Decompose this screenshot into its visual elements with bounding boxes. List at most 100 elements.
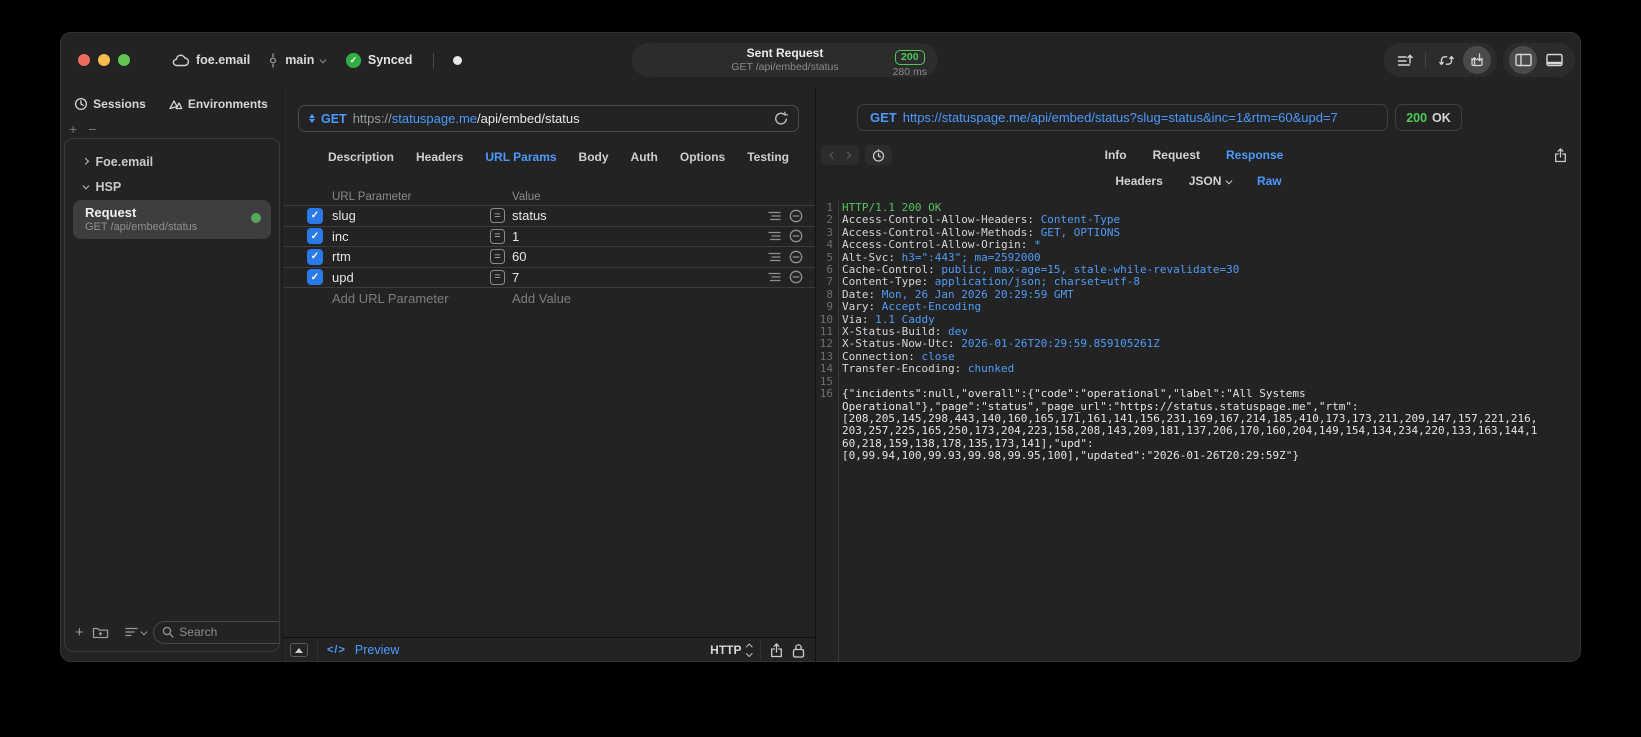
request-footer-bar: </> Preview HTTP <box>283 637 815 662</box>
lock-icon[interactable] <box>792 643 805 658</box>
new-folder-button[interactable] <box>92 625 109 639</box>
equals-mode-icon[interactable]: = <box>490 269 505 285</box>
param-value[interactable]: 1 <box>512 229 768 244</box>
tab-environments[interactable]: Environments <box>168 97 268 111</box>
param-row: inc = 1 <box>283 225 815 247</box>
check-circle-icon: ✓ <box>345 52 361 68</box>
panel-bottom-icon <box>1545 53 1563 67</box>
box-arrows-icon <box>1469 52 1485 68</box>
row-options-icon[interactable] <box>768 210 781 222</box>
minimize-window-button[interactable] <box>98 54 110 66</box>
param-checkbox[interactable] <box>307 269 323 286</box>
view-headers[interactable]: Headers <box>1115 174 1162 188</box>
export-response-button[interactable] <box>1554 147 1567 163</box>
search-icon <box>162 626 174 638</box>
expand-panel-button[interactable] <box>290 643 308 657</box>
param-name[interactable]: rtm <box>332 249 490 264</box>
tab-body[interactable]: Body <box>579 150 609 164</box>
param-checkbox[interactable] <box>307 248 323 265</box>
app-window: foe.email main ✓ Synced Sent Request GET… <box>60 32 1581 662</box>
add-value-placeholder[interactable]: Add Value <box>512 291 571 306</box>
sidebar-item-request[interactable]: Request GET /api/embed/status <box>73 200 271 239</box>
sort-list-button[interactable] <box>125 626 147 638</box>
line-number: 7 <box>826 275 833 289</box>
search-input[interactable] <box>179 625 279 639</box>
sidebar-search[interactable] <box>153 620 279 644</box>
tree-group-foe-email[interactable]: Foe.email <box>69 149 275 174</box>
url-input[interactable]: https://statuspage.me/api/embed/status <box>353 111 768 126</box>
url-scheme: https:// <box>352 111 392 126</box>
record-dot-icon[interactable] <box>453 55 463 65</box>
request-url-bar[interactable]: GET https://statuspage.me/api/embed/stat… <box>298 105 799 132</box>
tab-response[interactable]: Response <box>1226 148 1283 162</box>
tab-request[interactable]: Request <box>1153 148 1200 162</box>
remove-session-button[interactable]: − <box>88 121 96 137</box>
response-code[interactable]: 1 HTTP/1.1 200 OK 2 Access-Control-Allow-He… <box>816 200 1581 662</box>
row-options-icon[interactable] <box>768 251 781 263</box>
protocol-selector[interactable]: HTTP <box>710 643 752 657</box>
tab-auth[interactable]: Auth <box>631 150 658 164</box>
history-clock-icon <box>74 97 88 111</box>
send-receive-button[interactable] <box>1463 46 1491 74</box>
equals-mode-icon[interactable]: = <box>490 249 505 265</box>
remove-row-icon[interactable] <box>789 209 803 223</box>
tab-url-params[interactable]: URL Params <box>485 150 556 164</box>
preview-button[interactable]: Preview <box>355 643 399 657</box>
remove-row-icon[interactable] <box>789 229 803 243</box>
param-value[interactable]: status <box>512 208 768 223</box>
sync-branches-button[interactable] <box>1431 46 1461 74</box>
tab-options[interactable]: Options <box>680 150 725 164</box>
response-request-line[interactable]: GET https://statuspage.me/api/embed/stat… <box>857 104 1388 131</box>
tree-group-hsp[interactable]: HSP <box>69 174 275 199</box>
param-checkbox[interactable] <box>307 207 323 224</box>
footer-separator <box>317 637 318 662</box>
equals-mode-icon[interactable]: = <box>490 208 505 224</box>
response-pane: GET https://statuspage.me/api/embed/stat… <box>816 88 1581 662</box>
remove-row-icon[interactable] <box>789 270 803 284</box>
equals-mode-icon[interactable]: = <box>490 228 505 244</box>
request-list-button[interactable] <box>1390 46 1420 74</box>
remove-row-icon[interactable] <box>789 250 803 264</box>
tab-description[interactable]: Description <box>328 150 394 164</box>
traffic-lights <box>78 54 130 66</box>
param-row: slug = status <box>283 205 815 226</box>
column-header-value: Value <box>512 190 541 203</box>
chevron-down-icon <box>320 56 327 63</box>
protocol-label: HTTP <box>710 643 742 657</box>
param-name[interactable]: slug <box>332 208 490 223</box>
add-request-button[interactable]: + <box>75 624 84 641</box>
resend-button[interactable] <box>774 111 788 126</box>
add-session-button[interactable]: + <box>69 121 77 137</box>
param-checkbox[interactable] <box>307 228 323 245</box>
code-line: 14 Transfer-Encoding: chunked <box>816 362 1581 375</box>
share-icon[interactable] <box>770 642 783 658</box>
project-name[interactable]: foe.email <box>196 53 250 67</box>
param-name[interactable]: upd <box>332 270 490 285</box>
close-window-button[interactable] <box>78 54 90 66</box>
param-name[interactable]: inc <box>332 229 490 244</box>
tab-sessions-label: Sessions <box>93 97 146 111</box>
param-value[interactable]: 60 <box>512 249 768 264</box>
add-param-placeholder[interactable]: Add URL Parameter <box>332 291 512 306</box>
tab-testing[interactable]: Testing <box>747 150 789 164</box>
tab-sessions[interactable]: Sessions <box>74 97 146 111</box>
row-options-icon[interactable] <box>768 271 781 283</box>
tab-headers[interactable]: Headers <box>416 150 463 164</box>
response-method: GET <box>870 110 897 125</box>
view-json-dropdown[interactable]: JSON <box>1189 174 1233 188</box>
row-options-icon[interactable] <box>768 230 781 242</box>
method-label[interactable]: GET <box>321 112 347 126</box>
line-number: 12 <box>819 337 833 351</box>
method-stepper-icon[interactable] <box>309 114 315 123</box>
toggle-bottom-panel-button[interactable] <box>1539 46 1569 74</box>
panel-left-icon <box>1514 53 1532 67</box>
tab-info[interactable]: Info <box>1105 148 1127 162</box>
toggle-sidebar-button[interactable] <box>1509 46 1537 74</box>
param-value[interactable]: 7 <box>512 270 768 285</box>
request-summary-capsule[interactable]: Sent Request GET /api/embed/status 200 2… <box>632 43 938 78</box>
view-raw[interactable]: Raw <box>1257 174 1282 188</box>
url-host: statuspage.me <box>391 111 478 126</box>
sync-status[interactable]: ✓ Synced <box>345 52 412 68</box>
zoom-window-button[interactable] <box>118 54 130 66</box>
branch-selector[interactable]: main <box>267 53 327 68</box>
